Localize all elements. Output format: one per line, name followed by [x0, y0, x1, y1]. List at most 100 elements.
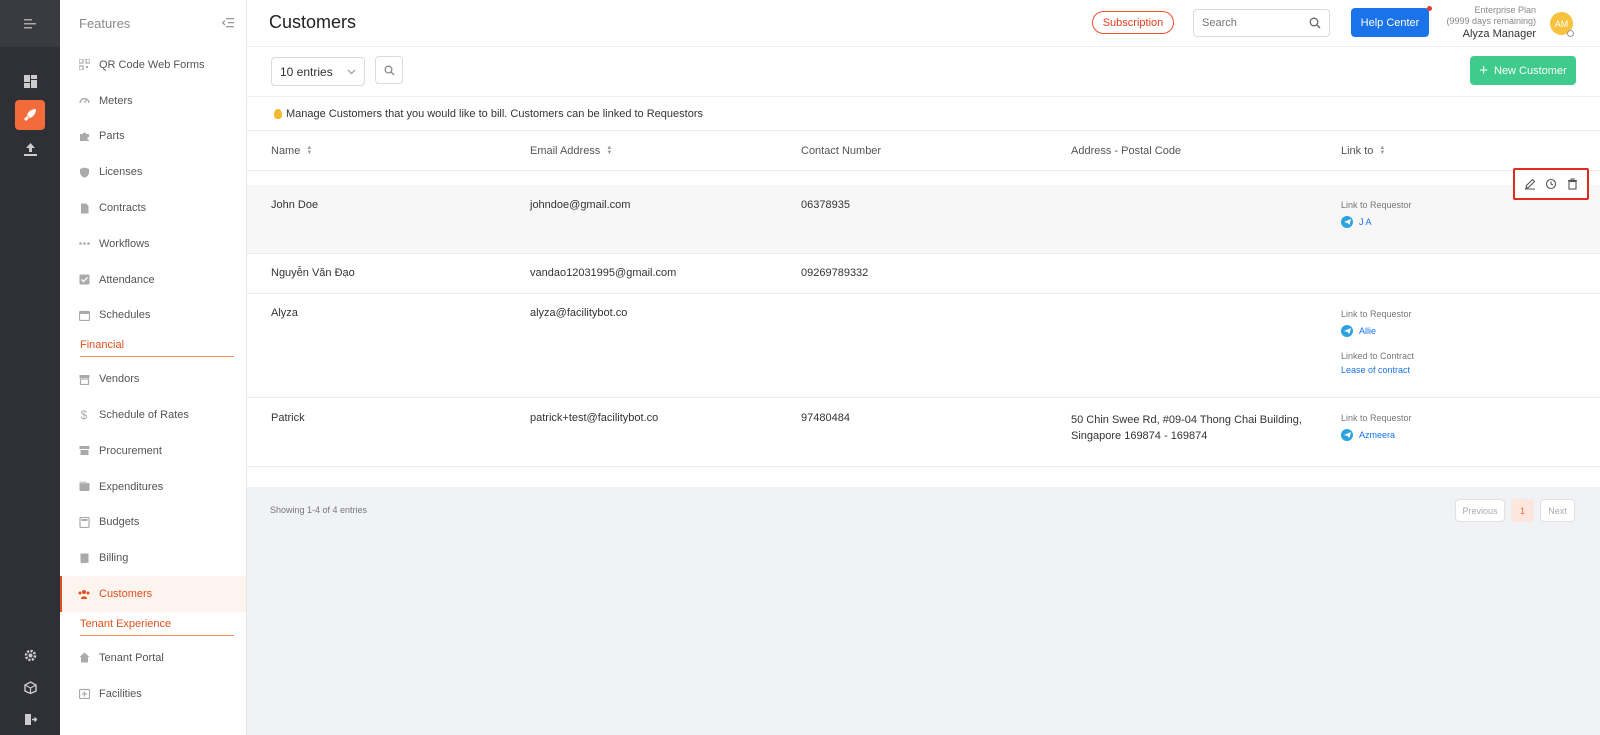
notification-dot: [1427, 6, 1432, 11]
sidebar-item-schedule-of-rates[interactable]: $ Schedule of Rates: [60, 397, 246, 433]
contract-link[interactable]: Lease of contract: [1341, 365, 1414, 375]
top-header: Customers Subscription Help Center Enter…: [247, 0, 1600, 47]
sidebar-item-label: Meters: [99, 94, 133, 107]
sidebar-item-label: Contracts: [99, 202, 147, 215]
sidebar-item-budgets[interactable]: Budgets: [60, 505, 246, 541]
logout-button[interactable]: [15, 704, 45, 734]
dashboard-button[interactable]: [15, 66, 45, 96]
search-box[interactable]: [1193, 9, 1330, 37]
sidebar-item-tenant-portal[interactable]: Tenant Portal: [60, 640, 246, 676]
people-icon: [78, 588, 90, 600]
customer-email: patrick+test@facilitybot.co: [530, 412, 659, 424]
entries-select[interactable]: 10 entries: [271, 57, 365, 86]
sidebar-item-label: Tenant Portal: [99, 651, 164, 664]
search-input[interactable]: [1202, 17, 1302, 29]
column-header-email[interactable]: Email Address ▲ ▼: [530, 145, 612, 157]
requestor-link[interactable]: J A: [1341, 216, 1412, 228]
wallet-icon: [78, 481, 90, 493]
subscription-button[interactable]: Subscription: [1092, 11, 1174, 34]
dots-icon: [78, 238, 90, 250]
info-text: Manage Customers that you would like to …: [286, 107, 703, 120]
chevron-down-icon: [347, 69, 356, 74]
column-header-contact: Contact Number: [801, 145, 882, 157]
plan-info: Enterprise Plan (9999 days remaining) Al…: [1435, 5, 1536, 40]
column-header-link-to[interactable]: Link to ▲ ▼: [1341, 145, 1385, 157]
sidebar-item-schedules[interactable]: Schedules: [60, 298, 246, 334]
edit-icon[interactable]: [1523, 177, 1537, 191]
section-tenant-experience: Tenant Experience: [80, 618, 234, 636]
history-icon[interactable]: [1544, 177, 1558, 191]
customer-link: Link to Requestor J A: [1341, 200, 1412, 228]
sidebar-item-facilities[interactable]: Facilities: [60, 676, 246, 712]
receipt-icon: [78, 552, 90, 564]
lightbulb-icon: [274, 108, 282, 119]
customer-address: 50 Chin Swee Rd, #09-04 Thong Chai Build…: [1071, 412, 1302, 444]
expand-menu-button[interactable]: [0, 0, 60, 47]
sidebar-item-expenditures[interactable]: Expenditures: [60, 469, 246, 505]
customer-email: vandao12031995@gmail.com: [530, 267, 677, 279]
sidebar-item-billing[interactable]: Billing: [60, 540, 246, 576]
next-page-button[interactable]: Next: [1540, 499, 1575, 522]
sidebar-item-attendance[interactable]: Attendance: [60, 262, 246, 298]
rocket-icon: [24, 109, 36, 121]
cart-icon: [78, 445, 90, 457]
sidebar-item-meters[interactable]: Meters: [60, 83, 246, 119]
table-row[interactable]: Nguyễn Văn Đạo vandao12031995@gmail.com …: [247, 254, 1600, 294]
link-label: Link to Requestor: [1341, 309, 1412, 319]
sidebar-item-label: Expenditures: [99, 480, 164, 493]
trash-icon[interactable]: [1565, 177, 1579, 191]
sidebar-item-vendors[interactable]: Vendors: [60, 361, 246, 397]
logout-icon: [24, 713, 37, 725]
customers-panel: 10 entries + New Customer Manage Custome…: [247, 47, 1600, 487]
customer-name: Alyza: [271, 307, 298, 319]
sidebar-item-label: Licenses: [99, 166, 143, 179]
link-label: Link to Requestor: [1341, 200, 1412, 210]
sort-icon: ▲ ▼: [306, 145, 313, 156]
requestor-link[interactable]: Azmeera: [1341, 429, 1412, 441]
shield-icon: [78, 166, 90, 178]
customer-contact: 09269789332: [801, 267, 869, 279]
features-sidebar: Features QR Code Web Forms Meters Parts …: [60, 0, 247, 735]
gauge-icon: [78, 95, 90, 107]
collapse-sidebar-icon[interactable]: [221, 16, 234, 31]
sidebar-item-parts[interactable]: Parts: [60, 119, 246, 155]
sidebar-item-label: Budgets: [99, 516, 140, 529]
features-button[interactable]: [15, 100, 45, 130]
table-row[interactable]: Patrick patrick+test@facilitybot.co 9748…: [247, 398, 1600, 467]
sidebar-item-procurement[interactable]: Procurement: [60, 433, 246, 469]
address-line-1: 50 Chin Swee Rd, #09-04 Thong Chai Build…: [1071, 414, 1302, 426]
page-title: Customers: [269, 12, 357, 32]
customer-name: Nguyễn Văn Đạo: [271, 267, 355, 279]
table-search-button[interactable]: [375, 56, 403, 84]
sidebar-item-qr-code-web-forms[interactable]: QR Code Web Forms: [60, 47, 246, 83]
sidebar-item-label: Procurement: [99, 444, 162, 457]
sidebar-item-licenses[interactable]: Licenses: [60, 154, 246, 190]
requestor-link[interactable]: Allie: [1341, 325, 1414, 337]
sidebar-item-workflows[interactable]: Workflows: [60, 226, 246, 262]
gear-icon: [24, 649, 36, 661]
icon-rail: [0, 0, 60, 735]
qr-icon: [78, 59, 90, 71]
dollar-icon: $: [80, 408, 88, 423]
column-header-name[interactable]: Name ▲ ▼: [271, 145, 312, 157]
sidebar-title: Features: [79, 16, 131, 31]
reports-button[interactable]: [15, 134, 45, 164]
search-icon[interactable]: [1309, 17, 1321, 29]
previous-page-button[interactable]: Previous: [1455, 499, 1505, 522]
customer-contact: 97480484: [801, 412, 850, 424]
sidebar-item-label: Workflows: [99, 237, 150, 250]
customer-link: Link to Requestor Allie Linked to Contra…: [1341, 309, 1414, 375]
table-row[interactable]: Alyza alyza@facilitybot.co Link to Reque…: [247, 294, 1600, 398]
dashboard-icon: [23, 74, 37, 88]
modules-button[interactable]: [15, 672, 45, 702]
puzzle-icon: [78, 130, 90, 142]
table-row[interactable]: John Doe johndoe@gmail.com 06378935 Link…: [247, 185, 1600, 254]
user-name[interactable]: Alyza Manager: [1435, 29, 1536, 40]
new-customer-button[interactable]: + New Customer: [1470, 56, 1576, 85]
page-1-button[interactable]: 1: [1511, 499, 1534, 522]
sidebar-item-customers[interactable]: Customers: [60, 576, 246, 612]
help-center-button[interactable]: Help Center: [1351, 8, 1429, 37]
status-indicator: [1567, 30, 1574, 37]
settings-button[interactable]: [15, 640, 45, 670]
sidebar-item-contracts[interactable]: Contracts: [60, 190, 246, 226]
